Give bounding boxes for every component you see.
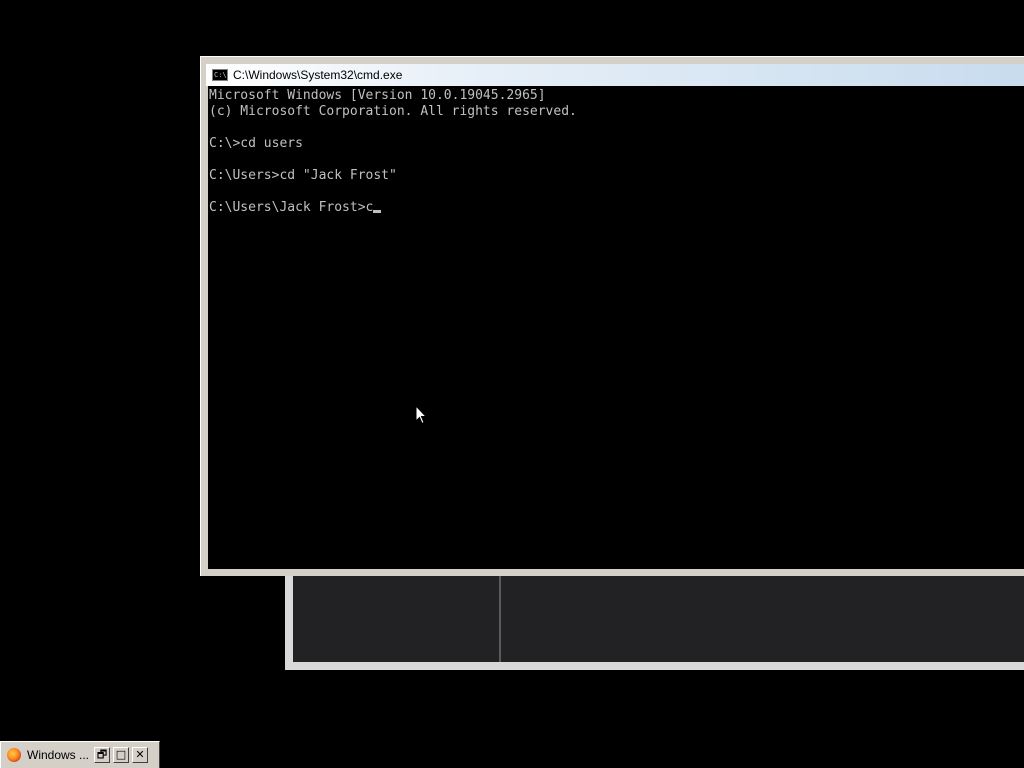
mouse-pointer-icon: [415, 405, 427, 425]
cmd-icon: C:\: [212, 69, 228, 81]
minimized-window-title[interactable]: Windows ...: [27, 748, 91, 762]
cmd-titlebar[interactable]: C:\ C:\Windows\System32\cmd.exe: [206, 64, 1024, 86]
restore-button[interactable]: 🗗: [94, 747, 110, 763]
console-output[interactable]: Microsoft Windows [Version 10.0.19045.29…: [208, 86, 1024, 569]
close-button[interactable]: ✕: [132, 747, 148, 763]
background-window[interactable]: [285, 560, 1024, 670]
cmd-window-title: C:\Windows\System32\cmd.exe: [233, 68, 403, 82]
desktop: C:\ C:\Windows\System32\cmd.exe Microsof…: [0, 0, 1024, 768]
maximize-button[interactable]: □: [113, 747, 129, 763]
console-line: C:\Users>cd "Jack Frost": [209, 168, 397, 183]
console-line: C:\>cd users: [209, 136, 303, 151]
minimized-window[interactable]: Windows ... 🗗 □ ✕: [0, 741, 160, 768]
text-cursor: [373, 210, 382, 213]
background-window-content: [293, 572, 1024, 662]
console-prompt-text: C:\Users\Jack Frost>c: [209, 200, 374, 215]
cmd-window[interactable]: C:\ C:\Windows\System32\cmd.exe Microsof…: [200, 56, 1024, 576]
firefox-icon: [7, 748, 21, 762]
background-window-divider: [499, 572, 501, 662]
console-line: (c) Microsoft Corporation. All rights re…: [209, 104, 577, 119]
console-prompt-line[interactable]: C:\Users\Jack Frost>c: [209, 200, 1024, 216]
console-line: Microsoft Windows [Version 10.0.19045.29…: [209, 88, 546, 103]
